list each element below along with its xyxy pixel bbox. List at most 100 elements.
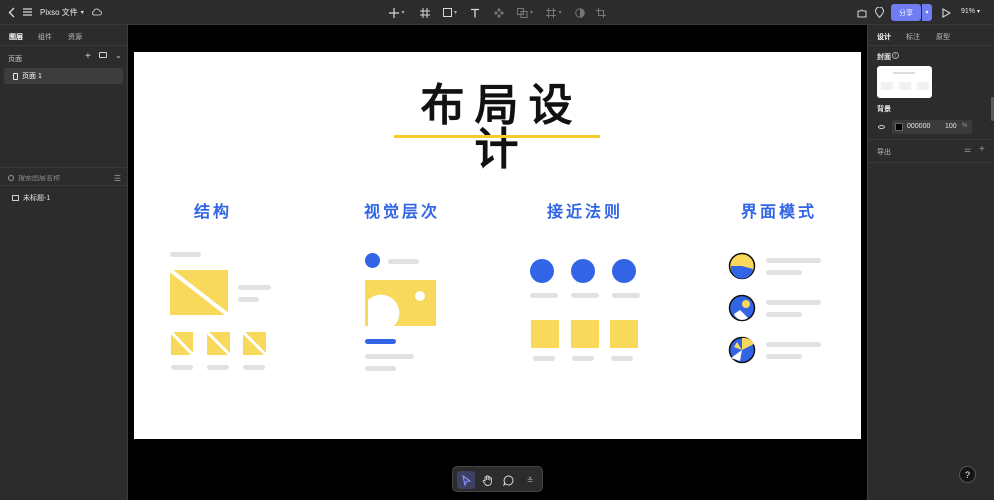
chevron-down-icon: ▾ xyxy=(453,10,457,16)
tab-layers[interactable]: 图层 xyxy=(9,32,23,42)
crop-tool[interactable]: ▾ xyxy=(543,6,565,19)
placeholder-line xyxy=(238,285,271,290)
placeholder-line xyxy=(612,293,640,298)
placeholder-line xyxy=(766,342,821,347)
thumbnail-row xyxy=(170,332,266,356)
crop-icon xyxy=(546,7,557,18)
mask-tool[interactable] xyxy=(574,6,586,19)
share-dropdown-button[interactable]: ▾ xyxy=(922,4,932,21)
help-button[interactable]: ? xyxy=(959,466,976,483)
text-tool[interactable] xyxy=(469,6,481,19)
rectangle-tool[interactable]: ▾ xyxy=(440,6,460,19)
present-button[interactable] xyxy=(940,6,952,19)
add-page-icon[interactable]: + xyxy=(85,51,91,62)
page-item[interactable]: 页面 1 xyxy=(4,68,123,84)
tab-components[interactable]: 组件 xyxy=(38,32,52,42)
folder-icon[interactable] xyxy=(99,52,107,58)
resize-tool[interactable] xyxy=(595,6,607,19)
circle-item xyxy=(530,259,554,283)
section-title-interface-patterns: 界面模式 xyxy=(740,202,817,221)
menu-icon[interactable] xyxy=(22,7,32,17)
thumbnail-detail xyxy=(899,82,911,90)
page-item-label: 页面 1 xyxy=(22,73,42,80)
location-button[interactable] xyxy=(873,6,885,19)
pattern-circle-3 xyxy=(728,336,756,364)
chevron-down-icon[interactable]: ⌄ xyxy=(115,51,122,60)
placeholder-line xyxy=(766,258,821,263)
search-icon xyxy=(8,175,14,181)
canvas[interactable]: 布局设计 结构 视觉层次 接近法则 界面模式 xyxy=(128,25,867,500)
tab-assets[interactable]: 资源 xyxy=(68,32,82,42)
background-hex[interactable]: 000000 xyxy=(907,123,930,130)
component-tool[interactable] xyxy=(493,6,505,19)
layer-search-input[interactable] xyxy=(18,174,108,182)
section-title-proximity: 接近法则 xyxy=(546,202,623,221)
layer-search[interactable] xyxy=(8,172,122,184)
placeholder-line xyxy=(572,356,594,361)
chevron-down-icon: ≚ xyxy=(526,475,534,485)
filter-icon[interactable]: ☰ xyxy=(114,174,121,183)
hand-icon xyxy=(482,474,492,486)
add-export-icon[interactable]: + xyxy=(979,144,985,155)
divider xyxy=(0,167,128,168)
plus-tool[interactable]: ▾ xyxy=(387,6,407,19)
chevron-down-icon: ▾ xyxy=(80,10,84,16)
thumbnail-detail xyxy=(917,82,929,90)
pages-heading: 页面 xyxy=(8,56,22,63)
more-tools-button[interactable]: ≚ xyxy=(521,471,539,489)
app-window: Pixso 文件 ▾ ▾ ▾ ▾ ▾ 分享 ▾ 91% ▾ 图层 组件 资源 页… xyxy=(0,0,994,500)
chevron-down-icon: ▾ xyxy=(401,10,405,16)
cover-thumbnail[interactable] xyxy=(877,66,932,98)
mask-icon xyxy=(575,7,585,18)
circle-item xyxy=(571,259,595,283)
rectangle-icon xyxy=(442,8,452,17)
chevron-down-icon: ▾ xyxy=(976,9,980,15)
layer-item[interactable]: 未标题-1 xyxy=(12,193,50,203)
left-panel: 图层 组件 资源 页面 + ⌄ 页面 1 ☰ 未标题-1 xyxy=(0,25,128,500)
file-title[interactable]: Pixso 文件 ▾ xyxy=(40,7,84,18)
placeholder-line xyxy=(365,366,396,371)
artboard[interactable]: 布局设计 结构 视觉层次 接近法则 界面模式 xyxy=(134,52,861,439)
resize-icon xyxy=(596,7,606,18)
avatar-circle xyxy=(365,253,380,268)
zoom-label: 91% xyxy=(961,8,976,15)
tab-design[interactable]: 设计 xyxy=(877,32,891,42)
circle-item xyxy=(612,259,636,283)
placeholder-line xyxy=(571,293,599,298)
text-icon xyxy=(471,8,479,17)
plugin-button[interactable] xyxy=(856,6,868,19)
sliders-icon[interactable]: ⚌ xyxy=(964,145,971,154)
tab-prototype[interactable]: 原型 xyxy=(936,32,950,42)
artboard-title: 布局设计 xyxy=(420,80,583,175)
tab-annotate[interactable]: 标注 xyxy=(906,32,920,42)
color-swatch[interactable] xyxy=(895,123,903,131)
boolean-tool[interactable]: ▾ xyxy=(514,6,536,19)
structure-illustration xyxy=(170,252,280,377)
square-item xyxy=(610,320,638,348)
component-icon xyxy=(494,7,504,18)
accent-line xyxy=(365,339,396,344)
move-tool-button[interactable] xyxy=(457,471,475,489)
eye-icon[interactable] xyxy=(878,125,885,129)
pattern-circle-1 xyxy=(728,252,756,280)
back-icon[interactable] xyxy=(6,6,16,18)
frame-icon xyxy=(12,195,19,201)
placeholder-line xyxy=(533,356,555,361)
background-color-field[interactable]: 000000 100 % xyxy=(892,120,972,134)
plugin-icon xyxy=(857,9,867,17)
pin-icon xyxy=(874,7,884,18)
divider xyxy=(868,45,994,46)
file-title-text: Pixso 文件 xyxy=(40,8,78,17)
interface-patterns-illustration xyxy=(728,252,828,364)
placeholder-line xyxy=(243,365,265,370)
section-title-structure: 结构 xyxy=(193,202,232,221)
comment-tool-button[interactable] xyxy=(499,471,517,489)
share-button[interactable]: 分享 xyxy=(891,4,921,21)
info-icon[interactable]: i xyxy=(892,52,899,59)
chevron-down-icon: ▾ xyxy=(925,10,929,16)
zoom-control[interactable]: 91% ▾ xyxy=(961,8,980,15)
frame-tool[interactable] xyxy=(419,6,431,19)
background-opacity[interactable]: 100 xyxy=(945,123,957,130)
export-heading: 导出 xyxy=(877,149,891,156)
hand-tool-button[interactable] xyxy=(478,471,496,489)
